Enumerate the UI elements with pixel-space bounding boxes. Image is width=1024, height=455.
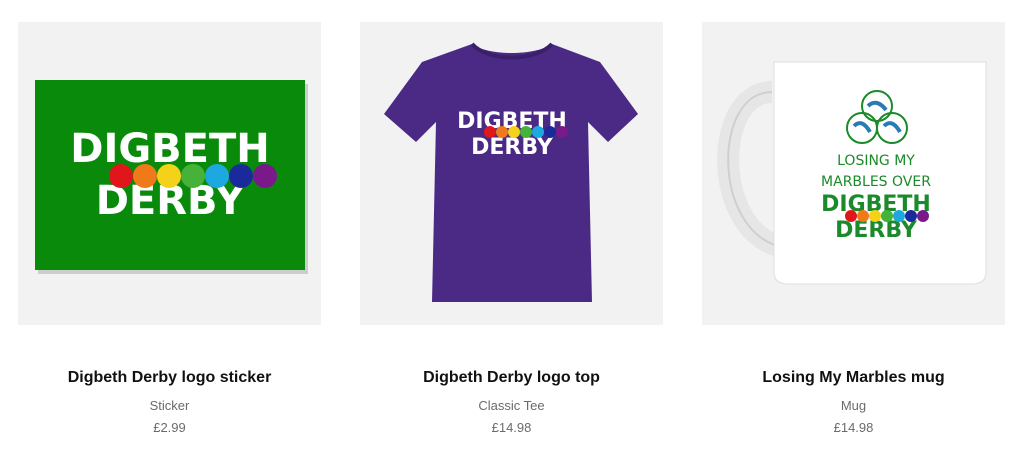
product-title[interactable]: Digbeth Derby logo sticker: [18, 368, 321, 388]
product-type: Classic Tee: [478, 398, 545, 413]
marble: [857, 210, 869, 222]
mug-tagline-1: LOSING MY: [837, 153, 915, 169]
marble: [869, 210, 881, 222]
logo-line2: DERBY: [471, 135, 554, 160]
mug-body: [773, 61, 987, 285]
marble: [544, 126, 556, 138]
product-image-mug[interactable]: LOSING MY MARBLES OVER DIGBETH DERBY: [702, 22, 1005, 325]
mug-image: LOSING MY MARBLES OVER DIGBETH DERBY: [717, 61, 987, 285]
product-type: Sticker: [149, 398, 190, 413]
tee-image: DIGBETH DERBY: [384, 42, 638, 302]
marble: [109, 164, 133, 188]
marble: [484, 126, 496, 138]
marble: [181, 164, 205, 188]
product-type: Mug: [840, 398, 867, 413]
marble: [532, 126, 544, 138]
product-price: £14.98: [491, 420, 532, 435]
marble: [205, 164, 229, 188]
marble: [496, 126, 508, 138]
marble: [157, 164, 181, 188]
tee-shape: [384, 44, 638, 302]
product-card-sticker[interactable]: DIGBETH DERBY Digbeth Derby logo sticker…: [18, 22, 321, 436]
product-card-tee[interactable]: DIGBETH DERBY Digbeth Derby logo top Cla…: [360, 22, 663, 436]
marble: [133, 164, 157, 188]
marble: [905, 210, 917, 222]
marble: [893, 210, 905, 222]
product-card-mug[interactable]: LOSING MY MARBLES OVER DIGBETH DERBY Los…: [702, 22, 1005, 436]
product-image-sticker[interactable]: DIGBETH DERBY: [18, 22, 321, 325]
product-title[interactable]: Digbeth Derby logo top: [360, 368, 663, 388]
marble: [229, 164, 253, 188]
marble: [556, 126, 568, 138]
marble: [881, 210, 893, 222]
sticker-image: DIGBETH DERBY: [35, 80, 308, 274]
product-price: £2.99: [153, 420, 186, 435]
product-image-tee[interactable]: DIGBETH DERBY: [360, 22, 663, 325]
marble: [508, 126, 520, 138]
product-grid: DIGBETH DERBY Digbeth Derby logo sticker…: [0, 0, 1024, 455]
marble: [520, 126, 532, 138]
marble: [917, 210, 929, 222]
marble: [253, 164, 277, 188]
product-title[interactable]: Losing My Marbles mug: [702, 368, 1005, 388]
mug-tagline-2: MARBLES OVER: [821, 174, 931, 190]
marble: [845, 210, 857, 222]
product-price: £14.98: [833, 420, 874, 435]
